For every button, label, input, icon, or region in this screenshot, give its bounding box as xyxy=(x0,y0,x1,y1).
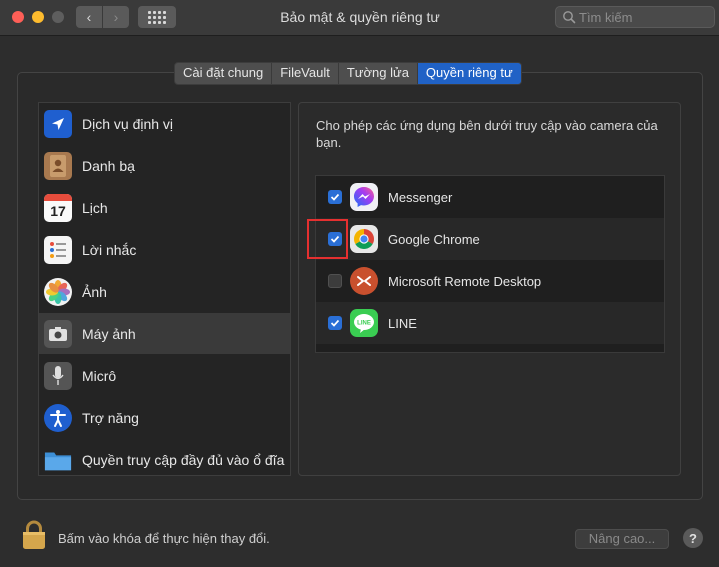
close-window-button[interactable] xyxy=(12,11,24,23)
tab-firewall[interactable]: Tường lửa xyxy=(339,63,418,84)
sidebar-item-label: Quyền truy cập đầy đủ vào ổ đĩa xyxy=(82,451,285,468)
sidebar-item-photos[interactable]: Ảnh xyxy=(39,271,290,312)
search-field[interactable] xyxy=(555,6,715,28)
minimize-window-button[interactable] xyxy=(32,11,44,23)
camera-icon xyxy=(44,319,72,348)
sidebar-item-location-services[interactable]: Dịch vụ định vị xyxy=(39,103,290,144)
reminders-icon xyxy=(44,235,72,264)
permission-description: Cho phép các ứng dụng bên dưới truy cập … xyxy=(316,118,658,150)
sidebar-item-camera[interactable]: Máy ảnh xyxy=(39,313,290,354)
tab-bar: Cài đặt chung FileVault Tường lửa Quyền … xyxy=(174,62,522,85)
app-name: LINE xyxy=(388,315,417,331)
tab-general[interactable]: Cài đặt chung xyxy=(175,63,273,84)
app-name: Google Chrome xyxy=(388,231,480,247)
tab-filevault[interactable]: FileVault xyxy=(272,63,339,84)
chevron-right-icon: › xyxy=(113,9,119,25)
chrome-checkbox-highlight xyxy=(307,219,348,259)
sidebar-item-label: Lời nhắc xyxy=(82,241,137,258)
sidebar-item-label: Lịch xyxy=(82,199,108,216)
sidebar-item-calendar[interactable]: 17 Lịch xyxy=(39,187,290,228)
sidebar-item-label: Máy ảnh xyxy=(82,325,136,342)
zoom-window-button[interactable] xyxy=(52,11,64,23)
window-title: Bảo mật & quyền riêng tư xyxy=(280,9,440,25)
chevron-left-icon: ‹ xyxy=(86,9,92,25)
sidebar-item-label: Micrô xyxy=(82,367,117,384)
checkmark-icon xyxy=(330,319,340,327)
svg-text:LINE: LINE xyxy=(357,321,371,327)
messenger-checkbox[interactable] xyxy=(328,190,342,204)
checkmark-icon xyxy=(330,193,340,201)
microsoft-remote-desktop-checkbox[interactable] xyxy=(328,274,342,288)
lock-instruction: Bấm vào khóa để thực hiện thay đổi. xyxy=(58,531,270,546)
sidebar-item-label: Ảnh xyxy=(82,283,107,300)
search-input[interactable] xyxy=(579,9,709,25)
sidebar-item-accessibility[interactable]: Trợ năng xyxy=(39,397,290,438)
lock-icon[interactable] xyxy=(22,520,46,550)
calendar-day: 17 xyxy=(50,202,66,219)
tab-privacy[interactable]: Quyền riêng tư xyxy=(417,63,521,84)
show-all-button[interactable] xyxy=(138,6,176,28)
app-name: Messenger xyxy=(388,189,453,205)
app-row-messenger: Messenger xyxy=(316,176,664,218)
sidebar-item-microphone[interactable]: Micrô xyxy=(39,355,290,396)
sidebar-item-reminders[interactable]: Lời nhắc xyxy=(39,229,290,270)
accessibility-icon xyxy=(44,403,72,432)
sidebar-item-label: Danh bạ xyxy=(82,157,135,174)
forward-button[interactable]: › xyxy=(103,6,129,28)
sidebar-item-label: Dịch vụ định vị xyxy=(82,115,174,132)
back-button[interactable]: ‹ xyxy=(76,6,102,28)
help-button[interactable]: ? xyxy=(683,528,703,548)
folder-icon xyxy=(44,446,72,474)
remote-desktop-icon xyxy=(350,267,378,295)
sidebar-item-full-disk-access[interactable]: Quyền truy cập đầy đủ vào ổ đĩa xyxy=(39,439,290,475)
photos-icon xyxy=(44,277,72,306)
search-icon xyxy=(563,11,576,24)
location-arrow-icon xyxy=(44,109,72,138)
calendar-icon: 17 xyxy=(44,193,72,222)
line-checkbox[interactable] xyxy=(328,316,342,330)
chrome-icon xyxy=(350,225,378,253)
sidebar-item-contacts[interactable]: Danh bạ xyxy=(39,145,290,186)
privacy-category-list: Dịch vụ định vị Danh bạ 17 Lịch Lời nhắc xyxy=(38,102,291,476)
sidebar-item-label: Trợ năng xyxy=(82,409,139,426)
app-permission-list: Messenger Google Chrome Microsoft Remote… xyxy=(315,175,665,353)
title-bar: ‹ › Bảo mật & quyền riêng tư xyxy=(0,0,719,36)
app-name: Microsoft Remote Desktop xyxy=(388,273,542,289)
messenger-icon xyxy=(350,183,378,211)
app-row-google-chrome: Google Chrome xyxy=(316,218,664,260)
app-row-line: LINE LINE xyxy=(316,302,664,344)
line-icon: LINE xyxy=(350,309,378,337)
app-row-microsoft-remote-desktop: Microsoft Remote Desktop xyxy=(316,260,664,302)
microphone-icon xyxy=(44,361,72,390)
grid-icon xyxy=(148,10,166,24)
contacts-book-icon xyxy=(44,151,72,180)
advanced-button[interactable]: Nâng cao... xyxy=(575,529,669,549)
